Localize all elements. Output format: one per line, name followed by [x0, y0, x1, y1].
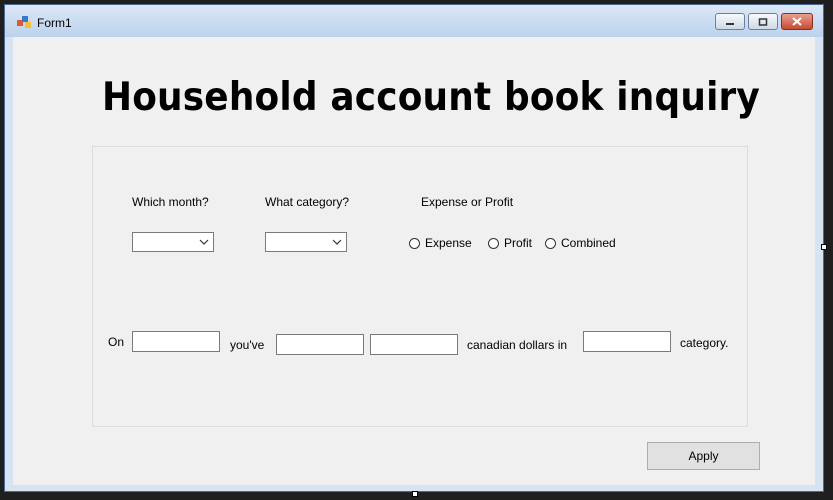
minimize-button[interactable] — [715, 13, 745, 30]
profit-radio-label: Profit — [504, 236, 533, 250]
combined-radio[interactable]: Combined — [545, 236, 616, 250]
radio-circle — [409, 237, 420, 249]
title-bar[interactable]: Form1 — [5, 5, 823, 37]
minimize-icon — [726, 22, 734, 25]
type-label: Expense or Profit — [421, 195, 514, 209]
on-label: On — [108, 335, 125, 349]
combined-radio-label: Combined — [561, 236, 616, 250]
chevron-down-icon — [332, 239, 342, 245]
close-button[interactable] — [781, 13, 813, 30]
resize-handle-right[interactable] — [821, 244, 827, 250]
resize-handle-bottom[interactable] — [412, 491, 418, 497]
profit-radio[interactable]: Profit — [488, 236, 532, 250]
maximize-button[interactable] — [748, 13, 778, 30]
page-title: Household account book inquiry — [101, 75, 761, 120]
window-controls — [712, 13, 813, 30]
close-icon — [792, 17, 802, 26]
apply-button[interactable]: Apply — [647, 442, 760, 470]
app-icon — [17, 16, 31, 28]
expense-radio[interactable]: Expense — [409, 236, 472, 250]
category-label: What category? — [265, 195, 350, 209]
action-textbox[interactable] — [276, 334, 364, 355]
form-client-area: Household account book inquiry Which mon… — [13, 37, 815, 485]
inquiry-group-box — [92, 146, 748, 427]
form-window: Form1 Household account book inquiry Whi… — [4, 4, 824, 492]
category-suffix-label: category. — [680, 336, 729, 350]
window-title: Form1 — [37, 16, 72, 30]
radio-circle — [488, 237, 499, 249]
maximize-icon — [758, 17, 768, 26]
radio-circle — [545, 237, 556, 249]
category-combobox[interactable] — [265, 232, 347, 252]
expense-radio-label: Expense — [425, 236, 472, 250]
chevron-down-icon — [199, 239, 209, 245]
youve-label: you've — [230, 338, 265, 352]
category-textbox[interactable] — [583, 331, 671, 352]
month-combobox[interactable] — [132, 232, 214, 252]
canadian-dollars-label: canadian dollars in — [467, 338, 568, 352]
date-textbox[interactable] — [132, 331, 220, 352]
amount-textbox[interactable] — [370, 334, 458, 355]
month-label: Which month? — [132, 195, 209, 209]
